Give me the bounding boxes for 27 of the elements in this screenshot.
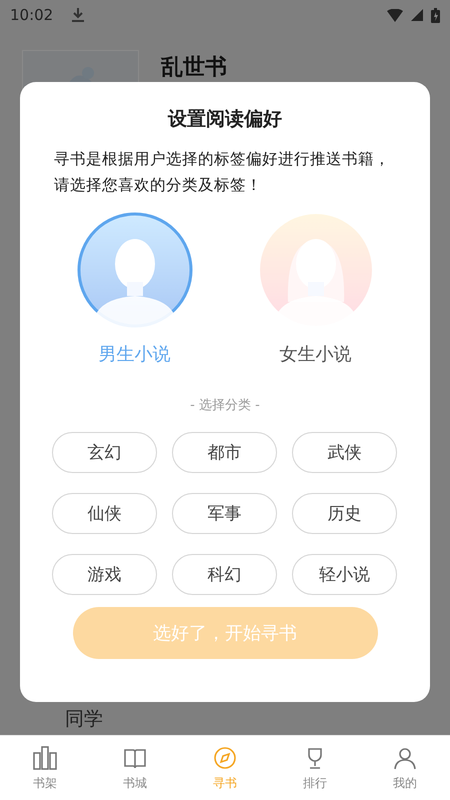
- category-tag[interactable]: 武侠: [292, 432, 397, 473]
- category-heading: - 选择分类 -: [190, 397, 260, 414]
- dialog-description: 寻书是根据用户选择的标签偏好进行推送书籍，请选择您喜欢的分类及标签！: [53, 149, 391, 196]
- category-tag[interactable]: 轻小说: [292, 554, 397, 595]
- gender-label[interactable]: 女生小说: [280, 342, 352, 366]
- wifi-icon: [387, 8, 403, 22]
- nav-tab[interactable]: 排行: [270, 736, 360, 800]
- category-tag[interactable]: 玄幻: [52, 432, 157, 473]
- signal-icon: [411, 9, 423, 21]
- category-tag[interactable]: 仙侠: [52, 493, 157, 534]
- compass-icon: [212, 744, 238, 771]
- category-tag[interactable]: 都市: [172, 432, 277, 473]
- category-tag[interactable]: 游戏: [52, 554, 157, 595]
- bars-icon: [32, 744, 58, 771]
- nav-tab[interactable]: 我的: [360, 736, 450, 800]
- male-avatar[interactable]: [76, 212, 192, 328]
- book-title: 乱世书: [161, 54, 227, 82]
- category-tag[interactable]: 军事: [172, 493, 277, 534]
- section-title: 同学: [65, 707, 103, 731]
- category-tag[interactable]: 科幻: [172, 554, 277, 595]
- status-time: 10:02: [10, 6, 54, 24]
- nav-tab[interactable]: 书架: [0, 736, 90, 800]
- category-tag[interactable]: 历史: [292, 493, 397, 534]
- nav-tab[interactable]: 书城: [90, 736, 180, 800]
- dialog-title: 设置阅读偏好: [168, 107, 282, 132]
- download-icon: [71, 7, 86, 23]
- battery-icon: [431, 8, 440, 22]
